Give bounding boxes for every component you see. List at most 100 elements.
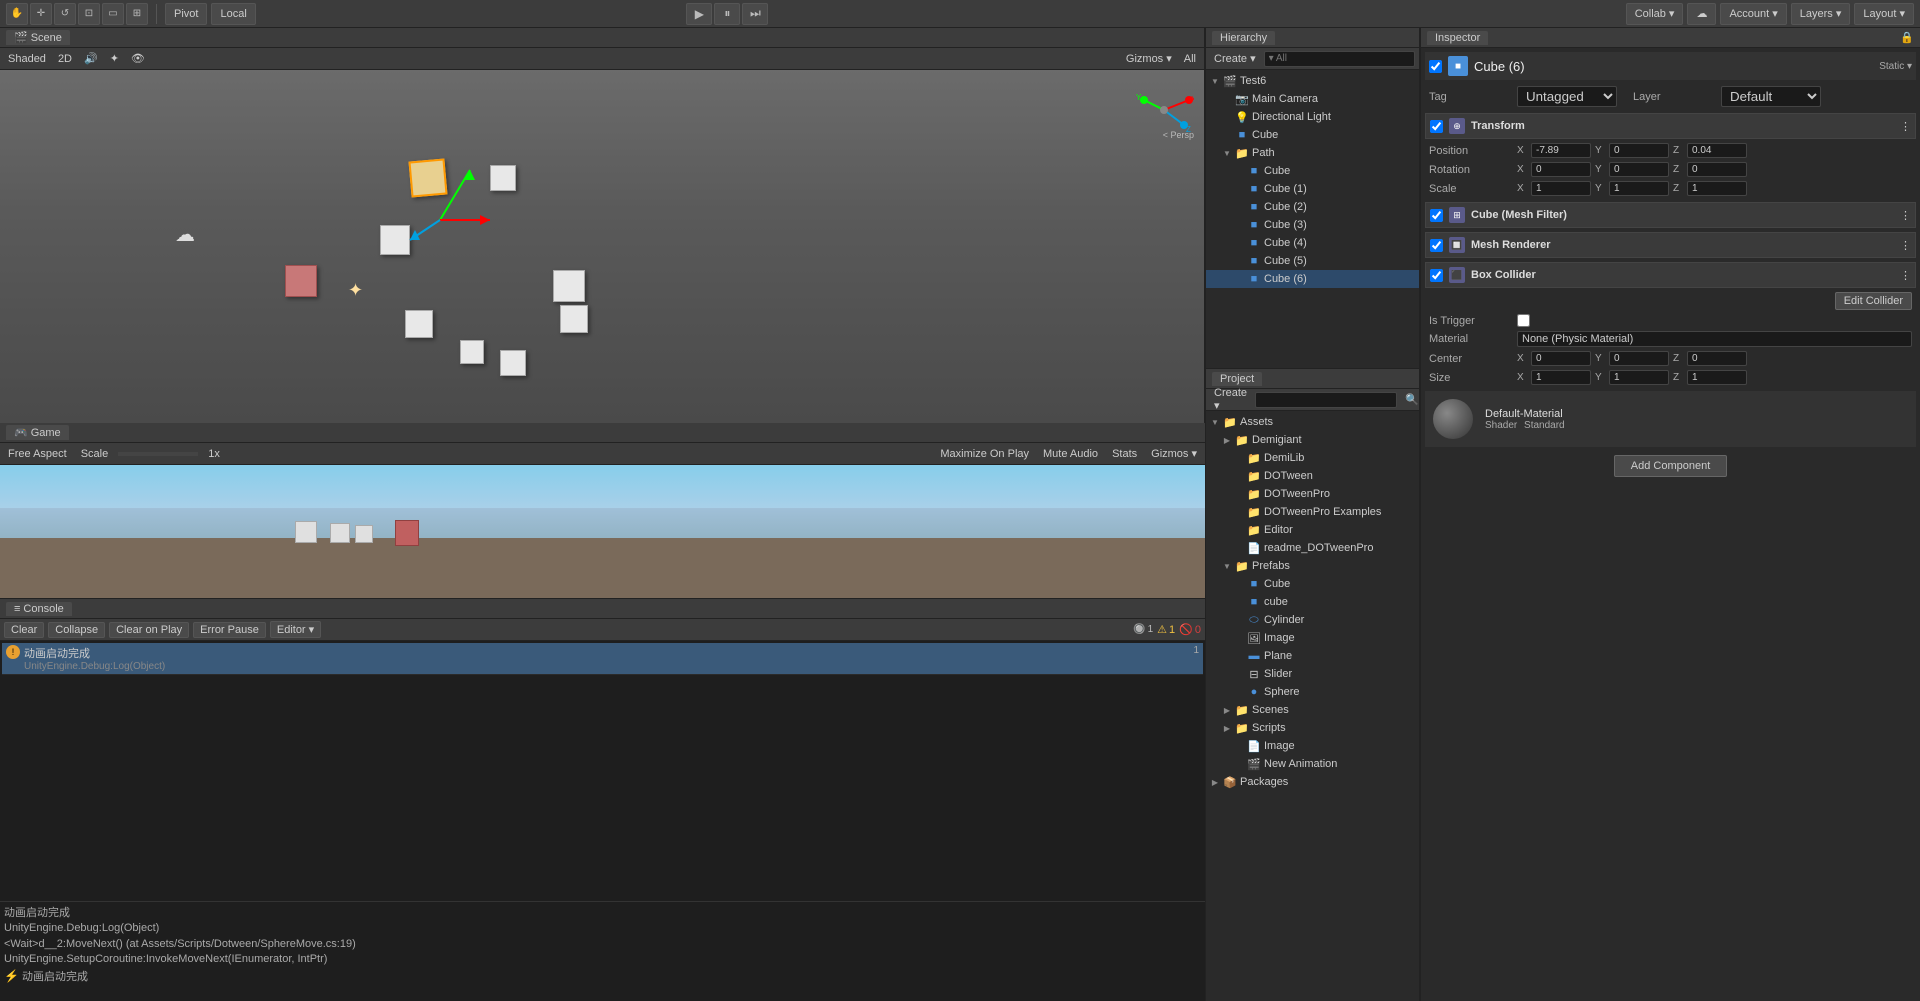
- cube-obj-1[interactable]: [490, 165, 516, 191]
- project-demigiant[interactable]: ▶ 📁 Demigiant: [1206, 431, 1419, 449]
- cube-obj-2[interactable]: [380, 225, 410, 255]
- edit-collider-button[interactable]: Edit Collider: [1835, 292, 1912, 310]
- account-button[interactable]: Account ▾: [1720, 3, 1786, 25]
- project-prefab-cube[interactable]: ■ cube: [1206, 593, 1419, 611]
- rot-x-input[interactable]: [1531, 162, 1591, 177]
- tree-item-cube-root[interactable]: ■ Cube: [1206, 126, 1419, 144]
- project-image[interactable]: 🖼 Image: [1206, 629, 1419, 647]
- box-collider-context-icon[interactable]: ⋮: [1900, 269, 1911, 282]
- editor-button[interactable]: Editor ▾: [270, 621, 321, 638]
- project-slider[interactable]: ⊟ Slider: [1206, 665, 1419, 683]
- size-x-input[interactable]: [1531, 370, 1591, 385]
- cube-pink[interactable]: [285, 265, 317, 297]
- tree-item-cube-3[interactable]: ■ Cube (3): [1206, 216, 1419, 234]
- clear-button[interactable]: Clear: [4, 622, 44, 638]
- cube-obj-6[interactable]: [500, 350, 526, 376]
- project-search[interactable]: [1255, 392, 1397, 408]
- pivot-button[interactable]: Pivot: [165, 3, 207, 25]
- project-plane[interactable]: ▬ Plane: [1206, 647, 1419, 665]
- cube-obj-5[interactable]: [460, 340, 484, 364]
- collab-button[interactable]: Collab ▾: [1626, 3, 1684, 25]
- error-pause-button[interactable]: Error Pause: [193, 622, 266, 638]
- transform-tool-button[interactable]: ⊞: [126, 3, 148, 25]
- pos-y-input[interactable]: [1609, 143, 1669, 158]
- transform-component-header[interactable]: ⊕ Transform ⋮: [1425, 113, 1916, 139]
- mute-audio[interactable]: Mute Audio: [1039, 447, 1102, 461]
- hierarchy-search[interactable]: [1264, 51, 1415, 67]
- project-prefabs[interactable]: ▼ 📁 Prefabs: [1206, 557, 1419, 575]
- mesh-renderer-context-icon[interactable]: ⋮: [1900, 239, 1911, 252]
- local-button[interactable]: Local: [211, 3, 255, 25]
- mesh-filter-context-icon[interactable]: ⋮: [1900, 209, 1911, 222]
- tree-item-main-camera[interactable]: 📷 Main Camera: [1206, 90, 1419, 108]
- project-cylinder[interactable]: ⬭ Cylinder: [1206, 611, 1419, 629]
- box-collider-header[interactable]: ⬛ Box Collider ⋮: [1425, 262, 1916, 288]
- move-tool-button[interactable]: ✛: [30, 3, 52, 25]
- mesh-renderer-header[interactable]: 🔲 Mesh Renderer ⋮: [1425, 232, 1916, 258]
- hierarchy-tab[interactable]: Hierarchy: [1212, 31, 1275, 45]
- clear-on-play-button[interactable]: Clear on Play: [109, 622, 189, 638]
- game-gizmos[interactable]: Gizmos ▾: [1147, 446, 1201, 461]
- project-scripts[interactable]: ▶ 📁 Scripts: [1206, 719, 1419, 737]
- tree-item-cube-5[interactable]: ■ Cube (5): [1206, 252, 1419, 270]
- tree-item-directional-light[interactable]: 💡 Directional Light: [1206, 108, 1419, 126]
- mesh-renderer-checkbox[interactable]: [1430, 239, 1443, 252]
- scale-tool-button[interactable]: ⊡: [78, 3, 100, 25]
- project-dotweenpro-examples[interactable]: 📁 DOTweenPro Examples: [1206, 503, 1419, 521]
- size-z-input[interactable]: [1687, 370, 1747, 385]
- tree-item-path[interactable]: ▼ 📁 Path: [1206, 144, 1419, 162]
- center-z-input[interactable]: [1687, 351, 1747, 366]
- mesh-filter-header[interactable]: ⊞ Cube (Mesh Filter) ⋮: [1425, 202, 1916, 228]
- maximize-on-play[interactable]: Maximize On Play: [936, 447, 1033, 461]
- 2d-toggle[interactable]: 2D: [54, 52, 76, 66]
- cloud-button[interactable]: ☁: [1687, 3, 1716, 25]
- tree-item-cube-4[interactable]: ■ Cube (4): [1206, 234, 1419, 252]
- step-button[interactable]: ⏭: [742, 3, 768, 25]
- project-new-animation[interactable]: 🎬 New Animation: [1206, 755, 1419, 773]
- play-button[interactable]: ▶: [686, 3, 712, 25]
- cube-obj-3[interactable]: [553, 270, 585, 302]
- project-editor[interactable]: 📁 Editor: [1206, 521, 1419, 539]
- project-scenes[interactable]: ▶ 📁 Scenes: [1206, 701, 1419, 719]
- scale-z-input[interactable]: [1687, 181, 1747, 196]
- console-msg-1[interactable]: ! 动画启动完成 UnityEngine.Debug:Log(Object) 1: [2, 643, 1203, 675]
- mesh-filter-checkbox[interactable]: [1430, 209, 1443, 222]
- tree-item-cube-6[interactable]: ■ Cube (6): [1206, 270, 1419, 288]
- obj-active-checkbox[interactable]: [1429, 60, 1442, 73]
- scene-content[interactable]: ✦ ☁ X Z Y: [0, 70, 1204, 423]
- pos-z-input[interactable]: [1687, 143, 1747, 158]
- inspector-tab[interactable]: Inspector: [1427, 31, 1488, 45]
- scene-view-icon[interactable]: 👁: [127, 51, 149, 66]
- tree-item-cube-path[interactable]: ■ Cube: [1206, 162, 1419, 180]
- rect-tool-button[interactable]: ▭: [102, 3, 124, 25]
- project-dotweenpro[interactable]: 📁 DOTweenPro: [1206, 485, 1419, 503]
- project-sphere[interactable]: ● Sphere: [1206, 683, 1419, 701]
- add-component-button[interactable]: Add Component: [1614, 455, 1728, 477]
- rot-y-input[interactable]: [1609, 162, 1669, 177]
- box-collider-checkbox[interactable]: [1430, 269, 1443, 282]
- center-y-input[interactable]: [1609, 351, 1669, 366]
- hierarchy-create[interactable]: Create ▾: [1210, 51, 1260, 66]
- pause-button[interactable]: ⏸: [714, 3, 740, 25]
- selected-cube[interactable]: [408, 158, 447, 197]
- cube-obj-4[interactable]: [405, 310, 433, 338]
- layout-button[interactable]: Layout ▾: [1854, 3, 1914, 25]
- all-dropdown[interactable]: All: [1180, 52, 1200, 66]
- rot-z-input[interactable]: [1687, 162, 1747, 177]
- transform-context-icon[interactable]: ⋮: [1900, 120, 1911, 133]
- project-packages[interactable]: ▶ 📦 Packages: [1206, 773, 1419, 791]
- cube-obj-7[interactable]: [560, 305, 588, 333]
- size-y-input[interactable]: [1609, 370, 1669, 385]
- console-tab[interactable]: ≡ Console: [6, 602, 72, 616]
- layers-button[interactable]: Layers ▾: [1791, 3, 1851, 25]
- project-scripts-image[interactable]: 📄 Image: [1206, 737, 1419, 755]
- shaded-dropdown[interactable]: Shaded: [4, 52, 50, 66]
- audio-icon[interactable]: 🔊: [80, 51, 102, 66]
- game-tab[interactable]: 🎮 Game: [6, 425, 69, 440]
- tree-item-cube-2[interactable]: ■ Cube (2): [1206, 198, 1419, 216]
- pos-x-input[interactable]: [1531, 143, 1591, 158]
- collapse-button[interactable]: Collapse: [48, 622, 105, 638]
- layer-dropdown[interactable]: Default: [1721, 86, 1821, 107]
- scale-x-input[interactable]: [1531, 181, 1591, 196]
- center-x-input[interactable]: [1531, 351, 1591, 366]
